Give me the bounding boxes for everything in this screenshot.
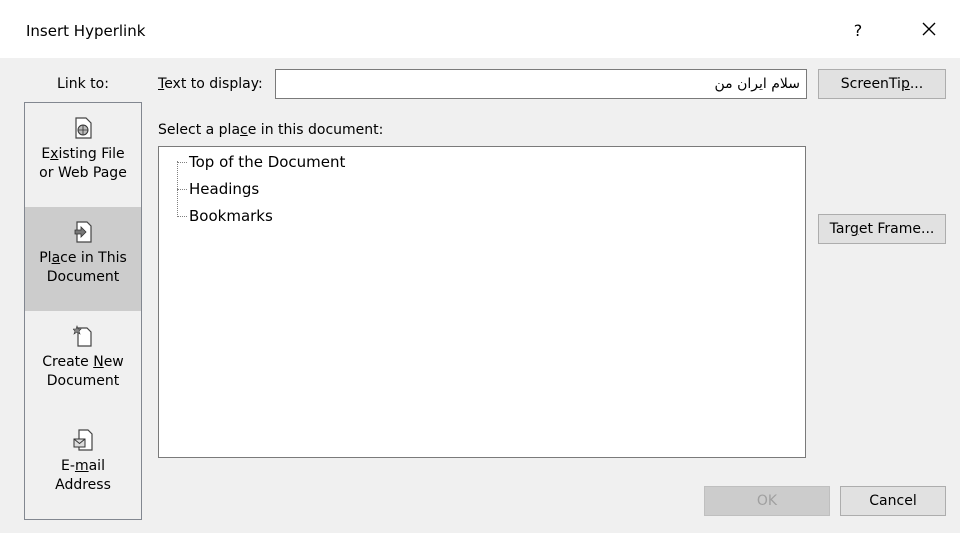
screentip-button[interactable]: ScreenTip... (818, 69, 946, 99)
dialog-title: Insert Hyperlink (26, 22, 146, 40)
tree-item-label: Headings (189, 180, 260, 198)
email-l1-pre: E- (61, 458, 75, 474)
create-l1-u: N (93, 354, 104, 370)
tree-connector (177, 216, 187, 217)
close-button[interactable] (914, 14, 944, 44)
target-post: et Frame... (858, 221, 935, 237)
existing-file-button[interactable]: Existing File or Web Page (25, 103, 141, 207)
ttd-label-rest: ext to display: (164, 76, 263, 92)
screentip-pre: ScreenTi (840, 76, 901, 92)
place-label-pre: Select a pla (158, 122, 241, 138)
existing-file-l2: or Web Page (39, 165, 127, 181)
ok-button[interactable]: OK (704, 486, 830, 516)
target-u: g (849, 221, 859, 237)
screentip-post: ... (909, 76, 924, 92)
link-to-label: Link to: (57, 76, 109, 92)
target-pre: Tar (829, 221, 850, 237)
globe-file-icon (75, 117, 92, 139)
place-l1-post: ce in This (60, 250, 127, 266)
place-l2: Document (46, 269, 120, 285)
link-to-panel: Existing File or Web Page Place in This … (24, 102, 142, 520)
tree-connector (177, 189, 187, 190)
title-bar: Insert Hyperlink ? (0, 0, 960, 58)
place-l1-pre: Pl (39, 250, 52, 266)
text-to-display-input[interactable] (275, 69, 807, 99)
tree-item-label: Bookmarks (189, 207, 273, 225)
create-l1-pre: Create (42, 354, 94, 370)
document-place-icon (74, 221, 92, 243)
select-place-label: Select a place in this document: (158, 122, 383, 138)
close-icon (922, 22, 936, 36)
tree-item-label: Top of the Document (189, 153, 346, 171)
create-l1-post: ew (103, 354, 124, 370)
email-l1-post: ail (88, 458, 105, 474)
tree-connector (177, 162, 187, 163)
target-frame-button[interactable]: Target Frame... (818, 214, 946, 244)
help-button[interactable]: ? (846, 21, 870, 40)
email-l1-u: m (74, 458, 89, 474)
existing-file-l1-pre: E (41, 146, 51, 162)
existing-file-l1-post: isting File (58, 146, 125, 162)
create-new-document-button[interactable]: Create New Document (25, 311, 141, 415)
place-label-post: e in this document: (247, 122, 384, 138)
email-l2: Address (55, 477, 111, 493)
email-address-button[interactable]: E-mail Address (25, 415, 141, 519)
document-place-tree[interactable]: Top of the Document Headings Bookmarks (158, 146, 806, 458)
new-document-icon (73, 325, 92, 347)
cancel-button[interactable]: Cancel (840, 486, 946, 516)
place-l1-u: a (51, 250, 61, 266)
create-l2: Document (46, 373, 120, 389)
place-label-u: c (240, 122, 248, 138)
text-to-display-label: Text to display: (158, 76, 263, 92)
screentip-u: p (900, 76, 910, 92)
email-icon (73, 429, 93, 451)
place-in-document-button[interactable]: Place in This Document (25, 207, 141, 311)
